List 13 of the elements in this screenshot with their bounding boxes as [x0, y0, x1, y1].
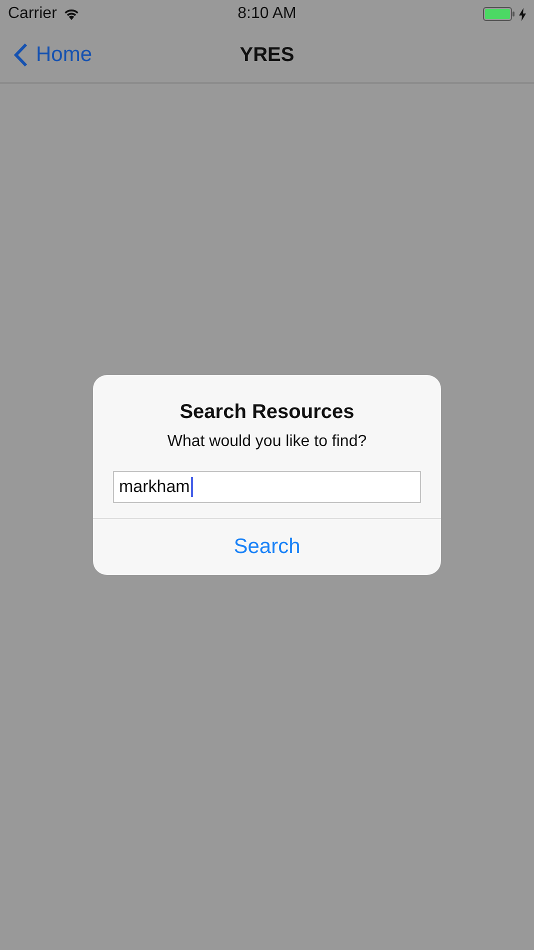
battery-icon — [483, 7, 515, 21]
nav-title: YRES — [240, 44, 294, 66]
search-button[interactable]: Search — [93, 519, 441, 575]
back-button[interactable]: Home — [14, 43, 92, 67]
carrier-name: Carrier — [8, 5, 57, 23]
chevron-left-icon — [14, 43, 28, 67]
wifi-icon — [62, 8, 80, 20]
alert-message: What would you like to find? — [167, 433, 367, 451]
alert-title: Search Resources — [180, 401, 354, 424]
status-time: 8:10 AM — [238, 5, 296, 23]
input-field[interactable]: markham — [113, 471, 421, 503]
text-cursor — [190, 477, 193, 497]
charging-bolt-icon — [519, 8, 526, 20]
